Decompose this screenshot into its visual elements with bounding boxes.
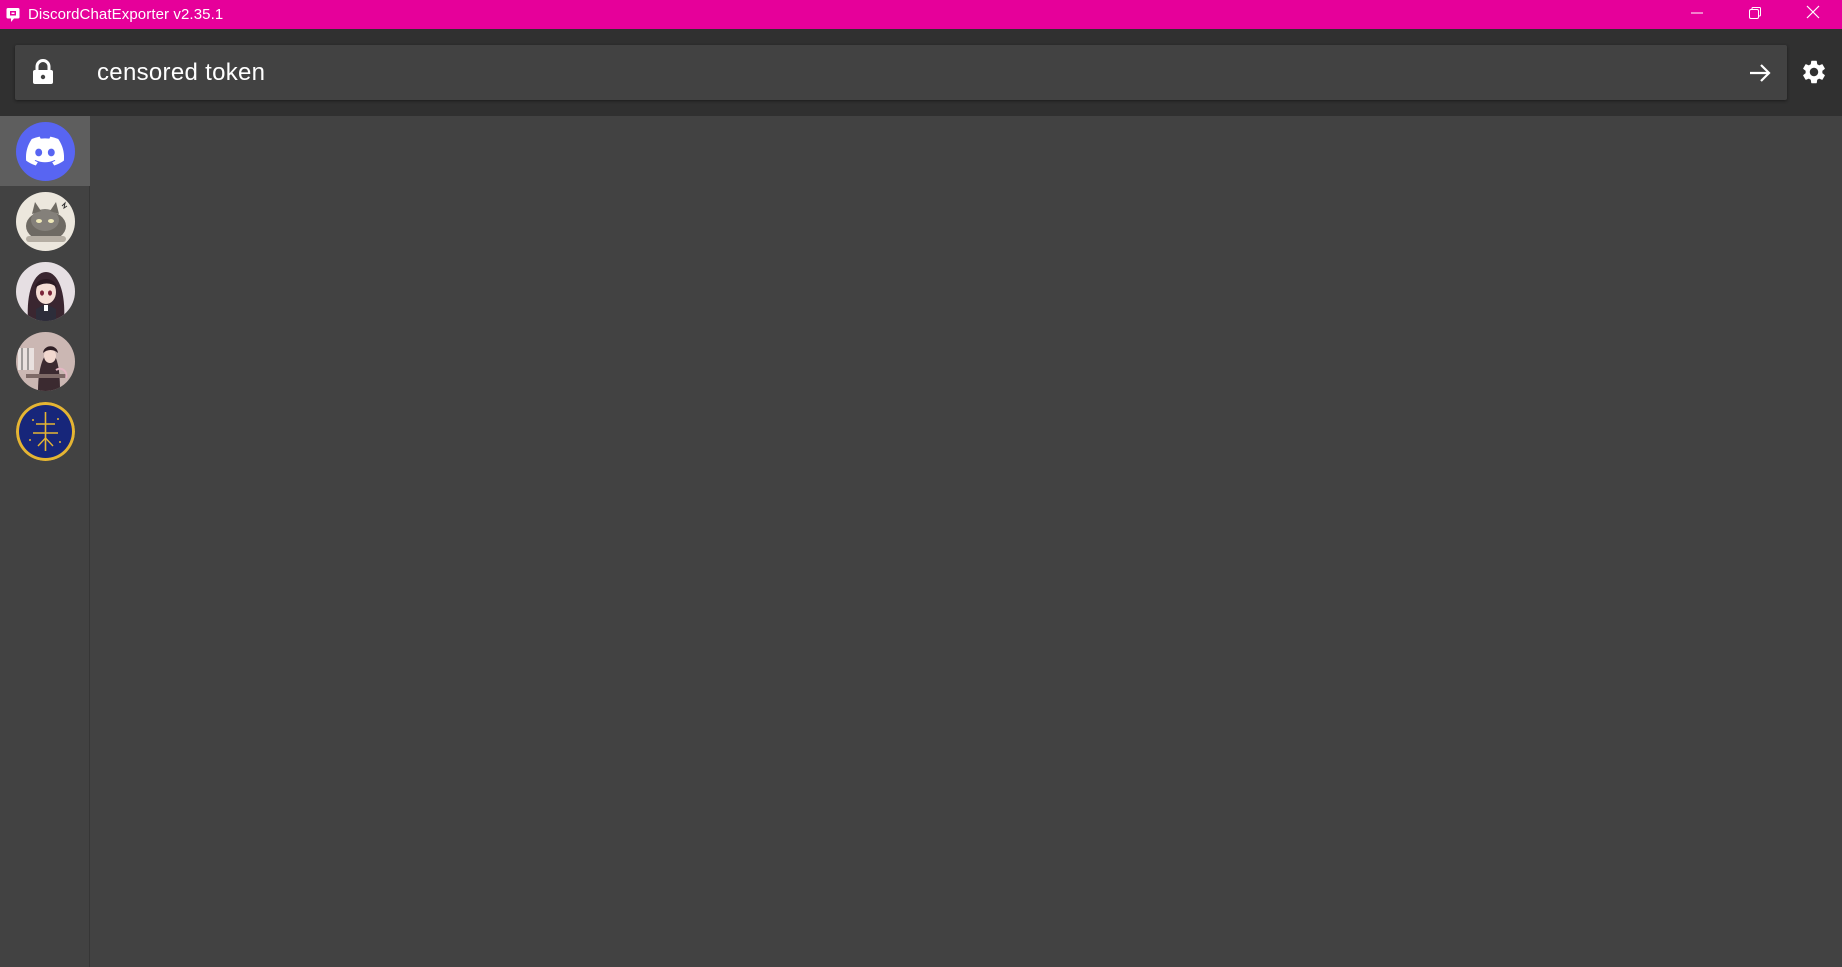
main-content-area bbox=[91, 116, 1842, 967]
guild-item-direct-messages[interactable] bbox=[0, 116, 90, 186]
token-input[interactable]: censored token bbox=[97, 45, 1697, 100]
minimize-button[interactable] bbox=[1668, 0, 1726, 29]
window-controls bbox=[1668, 0, 1842, 29]
guild-item-3[interactable] bbox=[0, 326, 90, 396]
toolbar: censored token bbox=[0, 29, 1842, 116]
window-title: DiscordChatExporter v2.35.1 bbox=[28, 6, 224, 23]
guild-list bbox=[0, 116, 90, 967]
blue-gold-emblem-avatar bbox=[15, 401, 75, 461]
token-field: censored token bbox=[15, 45, 1787, 100]
anime-girl-avatar bbox=[15, 261, 75, 321]
anime-room-avatar bbox=[15, 331, 75, 391]
settings-button[interactable] bbox=[1798, 56, 1830, 88]
close-button[interactable] bbox=[1784, 0, 1842, 29]
guild-item-4[interactable] bbox=[0, 396, 90, 466]
close-icon bbox=[1806, 5, 1820, 24]
pull-guilds-button[interactable] bbox=[1745, 58, 1775, 88]
guild-item-1[interactable] bbox=[0, 186, 90, 256]
guild-item-2[interactable] bbox=[0, 256, 90, 326]
arrow-right-icon bbox=[1750, 64, 1771, 82]
gear-icon bbox=[1803, 60, 1825, 84]
lock-icon bbox=[28, 57, 58, 87]
app-icon bbox=[5, 7, 21, 23]
restore-icon bbox=[1749, 6, 1761, 24]
title-bar: DiscordChatExporter v2.35.1 bbox=[0, 0, 1842, 29]
cat-avatar bbox=[15, 191, 75, 251]
minimize-icon bbox=[1691, 6, 1703, 24]
discord-logo-icon bbox=[15, 121, 75, 181]
restore-button[interactable] bbox=[1726, 0, 1784, 29]
